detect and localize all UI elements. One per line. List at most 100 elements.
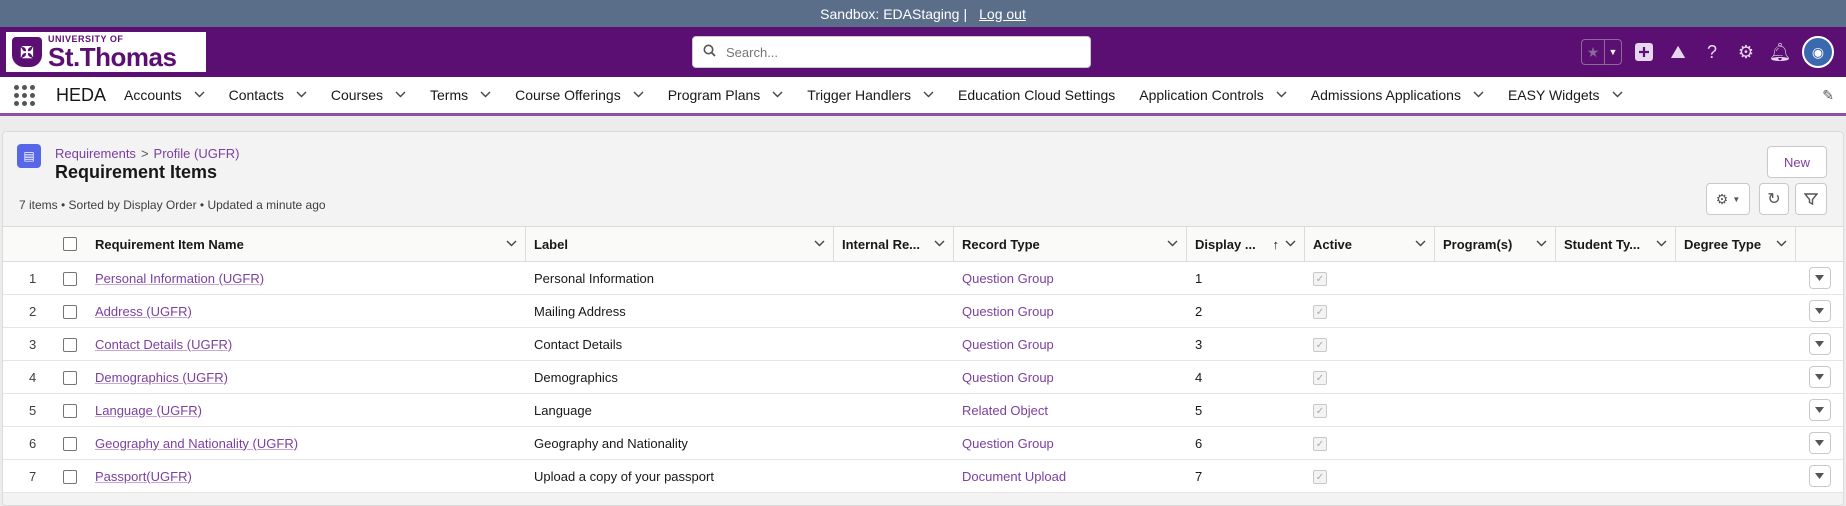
row-select-checkbox[interactable] [63,403,77,418]
row-actions-menu-button[interactable] [1808,300,1831,322]
record-type-link[interactable]: Question Group [962,436,1054,451]
column-menu-chevron-icon[interactable] [1167,239,1178,250]
filter-button[interactable] [1795,183,1827,215]
chevron-down-icon[interactable] [395,90,406,101]
notifications-bell-icon[interactable]: 🔔︎ [1768,40,1792,64]
column-header-label: Display ... [1195,236,1256,252]
column-header-degree-type[interactable]: Degree Type [1676,226,1796,262]
logout-link[interactable]: Log out [979,6,1026,22]
column-menu-chevron-icon[interactable] [1536,239,1547,250]
add-icon[interactable] [1632,40,1656,64]
chevron-down-icon[interactable] [772,90,783,101]
favorites-button[interactable]: ★ ▼ [1581,39,1622,65]
nav-item-terms[interactable]: Terms [430,87,491,103]
programs-cell [1435,426,1556,460]
requirement-item-name-link[interactable]: Demographics (UGFR) [95,370,228,385]
record-type-link[interactable]: Question Group [962,304,1054,319]
column-menu-chevron-icon[interactable] [1656,239,1667,250]
chevron-down-icon[interactable] [1276,90,1287,101]
nav-item-contacts[interactable]: Contacts [229,87,307,103]
sandbox-separator: | [963,5,968,22]
row-actions-menu-button[interactable] [1808,366,1831,388]
nav-item-accounts[interactable]: Accounts [124,87,205,103]
row-actions-menu-button[interactable] [1808,267,1831,289]
row-select-checkbox[interactable] [63,436,77,451]
new-button[interactable]: New [1767,146,1827,178]
global-search[interactable] [692,36,1091,68]
breadcrumb-requirements-link[interactable]: Requirements [55,146,136,161]
column-menu-chevron-icon[interactable] [934,239,945,250]
table-row: 3 Contact Details (UGFR) Contact Details Qu… [3,327,1843,361]
record-type-link[interactable]: Question Group [962,271,1054,286]
chevron-down-icon[interactable] [1612,90,1623,101]
chevron-down-icon[interactable] [1473,90,1484,101]
requirement-item-name-link[interactable]: Geography and Nationality (UGFR) [95,436,298,451]
trailhead-icon[interactable]: ⛰ [1666,40,1690,64]
nav-item-trigger-handlers[interactable]: Trigger Handlers [807,87,934,103]
record-type-link[interactable]: Question Group [962,370,1054,385]
column-header-requirement-item-name[interactable]: Requirement Item Name [87,226,526,262]
help-icon[interactable]: ? [1700,40,1724,64]
student-type-cell [1556,459,1676,493]
requirement-item-name-link[interactable]: Personal Information (UGFR) [95,271,264,286]
user-avatar[interactable]: ◉ [1802,36,1834,68]
university-logo[interactable]: ✠ UNIVERSITY OF St.Thomas [6,32,206,72]
column-header-label: Degree Type [1684,236,1762,252]
chevron-down-icon [1815,341,1824,347]
breadcrumb-profile-link[interactable]: Profile (UGFR) [154,146,240,161]
chevron-down-icon[interactable] [480,90,491,101]
row-actions-menu-button[interactable] [1808,432,1831,454]
breadcrumb: Requirements > Profile (UGFR) [55,146,239,161]
search-input[interactable] [724,43,1068,61]
column-menu-chevron-icon[interactable] [506,239,517,250]
row-actions-menu-button[interactable] [1808,333,1831,355]
requirement-item-name-link[interactable]: Passport(UGFR) [95,469,192,484]
nav-item-admissions-applications[interactable]: Admissions Applications [1311,87,1484,103]
row-select-checkbox[interactable] [63,469,77,484]
chevron-down-icon[interactable] [633,90,644,101]
chevron-down-icon[interactable] [194,90,205,101]
nav-item-easy-widgets[interactable]: EASY Widgets [1508,87,1623,103]
chevron-down-icon[interactable] [296,90,307,101]
column-header-internal-re[interactable]: Internal Re... [834,226,954,262]
record-type-link[interactable]: Related Object [962,403,1048,418]
nav-item-education-cloud-settings[interactable]: Education Cloud Settings [958,87,1115,103]
row-actions-menu-button[interactable] [1808,399,1831,421]
row-select-checkbox[interactable] [63,370,77,385]
active-checkbox: ✓ [1313,470,1327,485]
list-settings-button[interactable]: ⚙ ▼ [1706,183,1750,215]
setup-gear-icon[interactable]: ⚙ [1734,40,1758,64]
app-launcher-icon[interactable] [14,84,36,106]
favorites-menu-chevron-icon[interactable]: ▼ [1604,40,1621,64]
row-select-checkbox[interactable] [63,304,77,319]
requirement-item-name-link[interactable]: Language (UGFR) [95,403,202,418]
record-type-link[interactable]: Document Upload [962,469,1066,484]
nav-item-application-controls[interactable]: Application Controls [1139,87,1287,103]
select-all-checkbox[interactable] [63,237,77,251]
row-actions-menu-button[interactable] [1808,465,1831,487]
column-menu-chevron-icon[interactable] [814,239,825,250]
nav-item-courses[interactable]: Courses [331,87,406,103]
column-header-program-s[interactable]: Program(s) [1435,226,1556,262]
chevron-down-icon[interactable] [923,90,934,101]
requirement-item-name-link[interactable]: Address (UGFR) [95,304,192,319]
row-select-checkbox[interactable] [63,337,77,352]
row-number: 6 [3,426,53,460]
refresh-button[interactable]: ↻ [1759,183,1789,215]
column-header-display[interactable]: Display ... ↑ [1187,226,1305,262]
column-menu-chevron-icon[interactable] [1415,239,1426,250]
favorites-star-icon[interactable]: ★ [1582,40,1604,64]
column-menu-chevron-icon[interactable] [1285,239,1296,250]
column-menu-chevron-icon[interactable] [1776,239,1787,250]
column-header-label[interactable]: Label [526,226,834,262]
requirement-item-name-link[interactable]: Contact Details (UGFR) [95,337,232,352]
nav-item-course-offerings[interactable]: Course Offerings [515,87,644,103]
column-header-active[interactable]: Active [1305,226,1435,262]
edit-nav-pencil-icon[interactable]: ✎ [1822,87,1834,104]
column-header-record-type[interactable]: Record Type [954,226,1187,262]
record-type-link[interactable]: Question Group [962,337,1054,352]
column-header-student-ty[interactable]: Student Ty... [1556,226,1676,262]
nav-item-program-plans[interactable]: Program Plans [668,87,784,103]
sort-ascending-icon: ↑ [1272,236,1280,252]
row-select-checkbox[interactable] [63,271,77,286]
